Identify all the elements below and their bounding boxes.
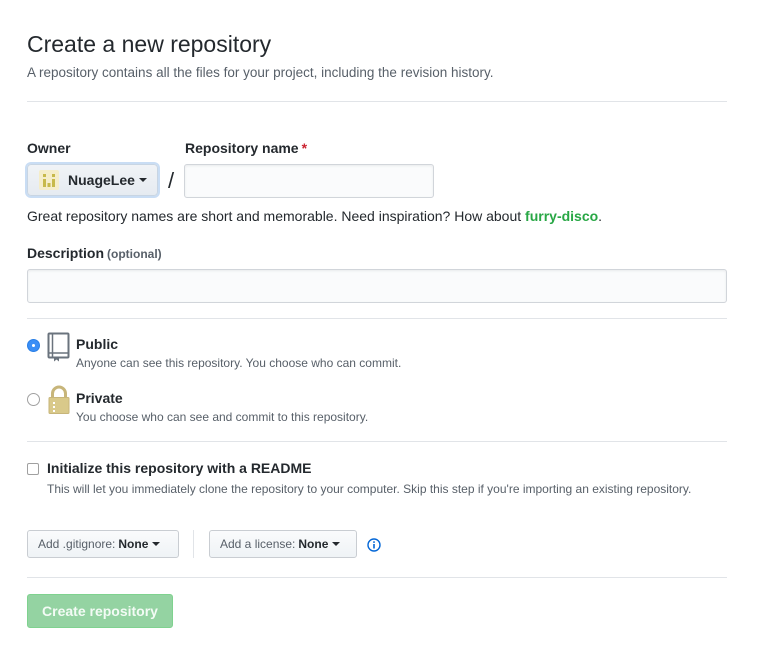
lock-icon (48, 385, 70, 414)
readme-title: Initialize this repository with a README (47, 460, 312, 476)
description-input[interactable] (27, 269, 727, 303)
gitignore-select[interactable]: Add .gitignore: None (27, 530, 179, 558)
private-title: Private (76, 390, 123, 406)
chevron-down-icon (332, 542, 341, 546)
name-hint-text: Great repository names are short and mem… (27, 208, 526, 224)
description-label-text: Description (27, 245, 105, 261)
owner-name: NuageLee (68, 172, 135, 188)
name-hint-trailing: . (598, 208, 603, 224)
repository-name-input[interactable] (184, 164, 434, 198)
public-title: Public (76, 336, 119, 352)
create-repository-button[interactable]: Create repository (27, 594, 173, 628)
header-divider (27, 101, 727, 102)
chevron-down-icon (152, 542, 161, 546)
name-hint: Great repository names are short and mem… (27, 208, 602, 224)
public-radio[interactable] (27, 339, 40, 352)
owner-select[interactable]: NuageLee (27, 164, 158, 196)
name-suggestion-link[interactable]: furry-disco (525, 208, 598, 224)
select-separator (193, 530, 194, 558)
chevron-down-icon (138, 178, 147, 182)
public-description: Anyone can see this repository. You choo… (76, 356, 402, 370)
private-description: You choose who can see and commit to thi… (76, 410, 369, 424)
visibility-divider (27, 318, 727, 319)
description-label: Description (optional) (27, 245, 162, 261)
owner-repo-separator: / (168, 168, 175, 193)
license-value: None (298, 537, 329, 551)
info-icon[interactable] (367, 538, 381, 552)
owner-label: Owner (27, 140, 71, 156)
private-radio[interactable] (27, 393, 40, 406)
license-prefix: Add a license: (220, 537, 296, 551)
page-title: Create a new repository (27, 31, 272, 57)
repo-book-icon (47, 332, 70, 362)
submit-divider (27, 577, 727, 578)
license-select[interactable]: Add a license: None (209, 530, 357, 558)
readme-checkbox[interactable] (27, 463, 39, 475)
readme-description: This will let you immediately clone the … (47, 482, 692, 496)
init-divider (27, 441, 727, 442)
optional-note: (optional) (107, 247, 162, 261)
page-subtitle: A repository contains all the files for … (27, 65, 494, 80)
repo-name-label-text: Repository name (185, 140, 299, 156)
gitignore-prefix: Add .gitignore: (38, 537, 116, 551)
repo-name-label: Repository name * (185, 140, 307, 156)
required-marker: * (301, 140, 308, 156)
gitignore-value: None (118, 537, 149, 551)
identicon-avatar-icon (39, 170, 59, 190)
